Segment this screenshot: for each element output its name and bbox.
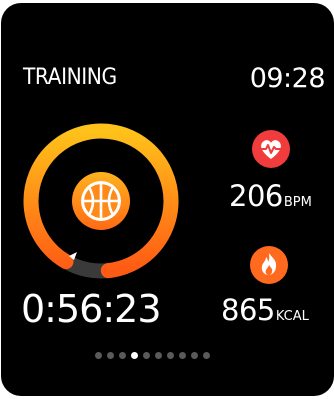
calories-value: 865	[221, 293, 275, 327]
heart-rate-readout: 206BPM	[229, 179, 312, 213]
page-dot[interactable]	[119, 352, 126, 359]
flame-icon	[250, 246, 288, 284]
elapsed-time: 0:56:23	[21, 287, 161, 331]
heart-icon	[252, 130, 290, 168]
page-dot[interactable]	[191, 352, 198, 359]
page-dot[interactable]	[179, 352, 186, 359]
page-dot[interactable]	[155, 352, 162, 359]
progress-ring	[23, 123, 179, 279]
page-dot[interactable]	[107, 352, 114, 359]
page-dot-active[interactable]	[131, 352, 138, 359]
clock-time: 09:28	[249, 63, 326, 94]
page-indicator[interactable]	[95, 352, 210, 359]
heart-rate-value: 206	[229, 179, 283, 213]
page-dot[interactable]	[203, 352, 210, 359]
calories-readout: 865KCAL	[221, 293, 309, 327]
basketball-icon	[72, 172, 130, 230]
workout-title: TRAINING	[23, 65, 117, 90]
heart-rate-unit: BPM	[283, 195, 312, 210]
watch-screen: TRAINING 09:28 0:56:23 206BPM 865KCAL	[1, 3, 334, 396]
page-dot[interactable]	[143, 352, 150, 359]
calories-unit: KCAL	[275, 309, 309, 324]
page-dot[interactable]	[95, 352, 102, 359]
page-dot[interactable]	[167, 352, 174, 359]
